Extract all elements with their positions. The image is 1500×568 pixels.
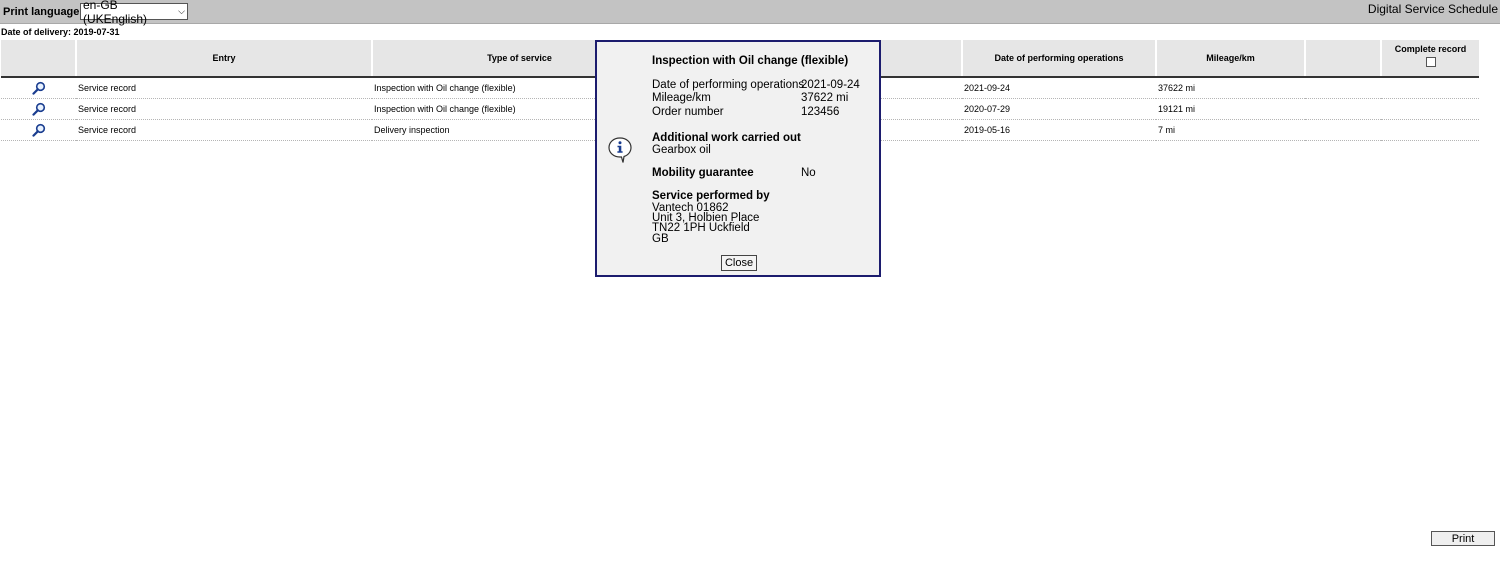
popup-additional-value: Gearbox oil bbox=[652, 144, 711, 156]
magnifier-icon[interactable] bbox=[31, 123, 46, 137]
close-button[interactable]: Close bbox=[721, 255, 757, 271]
row-icon-cell[interactable] bbox=[1, 98, 76, 120]
column-header-complete-record: Complete record bbox=[1381, 40, 1479, 78]
popup-performed-line: GB bbox=[652, 232, 669, 245]
popup-mileage-label: Mileage/km bbox=[652, 92, 711, 104]
magnifier-icon[interactable] bbox=[31, 81, 46, 95]
complete-record-label: Complete record bbox=[1394, 44, 1467, 54]
column-header-blank-2 bbox=[1305, 40, 1382, 78]
row-entry: Service record bbox=[76, 119, 372, 141]
column-header-date: Date of performing operations bbox=[962, 40, 1157, 78]
popup-order-value: 123456 bbox=[801, 106, 840, 118]
print-language-select[interactable]: en-GB (UKEnglish) ⌵ bbox=[80, 0, 188, 26]
top-toolbar: Print language: en-GB (UKEnglish) ⌵ Digi… bbox=[0, 0, 1500, 26]
print-language-label: Print language: bbox=[3, 6, 84, 18]
delivery-date: Date of delivery: 2019-07-31 bbox=[1, 27, 120, 37]
complete-record-checkbox[interactable] bbox=[1425, 57, 1436, 67]
popup-title: Inspection with Oil change (flexible) bbox=[652, 55, 849, 67]
magnifier-icon[interactable] bbox=[31, 102, 46, 116]
row-mileage: 37622 mi bbox=[1156, 77, 1305, 99]
row-blank-2 bbox=[1305, 98, 1381, 120]
print-button[interactable]: Print bbox=[1431, 531, 1495, 546]
row-date: 2019-05-16 bbox=[962, 119, 1156, 141]
row-icon-cell[interactable] bbox=[1, 77, 76, 99]
info-icon bbox=[608, 137, 632, 163]
row-blank-2 bbox=[1305, 119, 1381, 141]
row-mileage: 7 mi bbox=[1156, 119, 1305, 141]
popup-date-label: Date of performing operations bbox=[652, 79, 805, 91]
column-header-mileage: Mileage/km bbox=[1156, 40, 1306, 78]
row-date: 2021-09-24 bbox=[962, 77, 1156, 99]
popup-order-label: Order number bbox=[652, 106, 724, 118]
popup-order-row: Order number 123456 bbox=[652, 106, 839, 118]
row-entry: Service record bbox=[76, 77, 372, 99]
row-complete bbox=[1381, 119, 1479, 141]
popup-mileage-row: Mileage/km 37622 mi bbox=[652, 92, 848, 104]
print-language-value: en-GB (UKEnglish) bbox=[83, 0, 148, 26]
row-mileage: 19121 mi bbox=[1156, 98, 1305, 120]
popup-date-value: 2021-09-24 bbox=[801, 79, 860, 91]
column-header-icon bbox=[1, 40, 77, 78]
popup-mobility-value: No bbox=[801, 167, 816, 179]
row-complete bbox=[1381, 98, 1479, 120]
row-complete bbox=[1381, 77, 1479, 99]
row-date: 2020-07-29 bbox=[962, 98, 1156, 120]
column-header-entry: Entry bbox=[76, 40, 373, 78]
popup-performed-line: TN22 1PH Uckfield bbox=[652, 222, 750, 235]
row-entry: Service record bbox=[76, 98, 372, 120]
row-icon-cell[interactable] bbox=[1, 119, 76, 141]
popup-additional-work: Additional work carried out Gearbox oil bbox=[652, 132, 801, 156]
popup-mobility-row: Mobility guarantee No bbox=[652, 167, 816, 179]
row-blank-2 bbox=[1305, 77, 1381, 99]
app-title: Digital Service Schedule bbox=[1367, 2, 1498, 16]
popup-mileage-value: 37622 mi bbox=[801, 92, 849, 104]
service-details-popup: Inspection with Oil change (flexible) Da… bbox=[595, 40, 881, 277]
chevron-down-icon: ⌵ bbox=[178, 6, 185, 16]
popup-performed-by: Service performed by Vantech 01862 Unit … bbox=[652, 190, 770, 244]
popup-mobility-label: Mobility guarantee bbox=[652, 167, 754, 179]
popup-date-row: Date of performing operations 2021-09-24 bbox=[652, 79, 860, 91]
